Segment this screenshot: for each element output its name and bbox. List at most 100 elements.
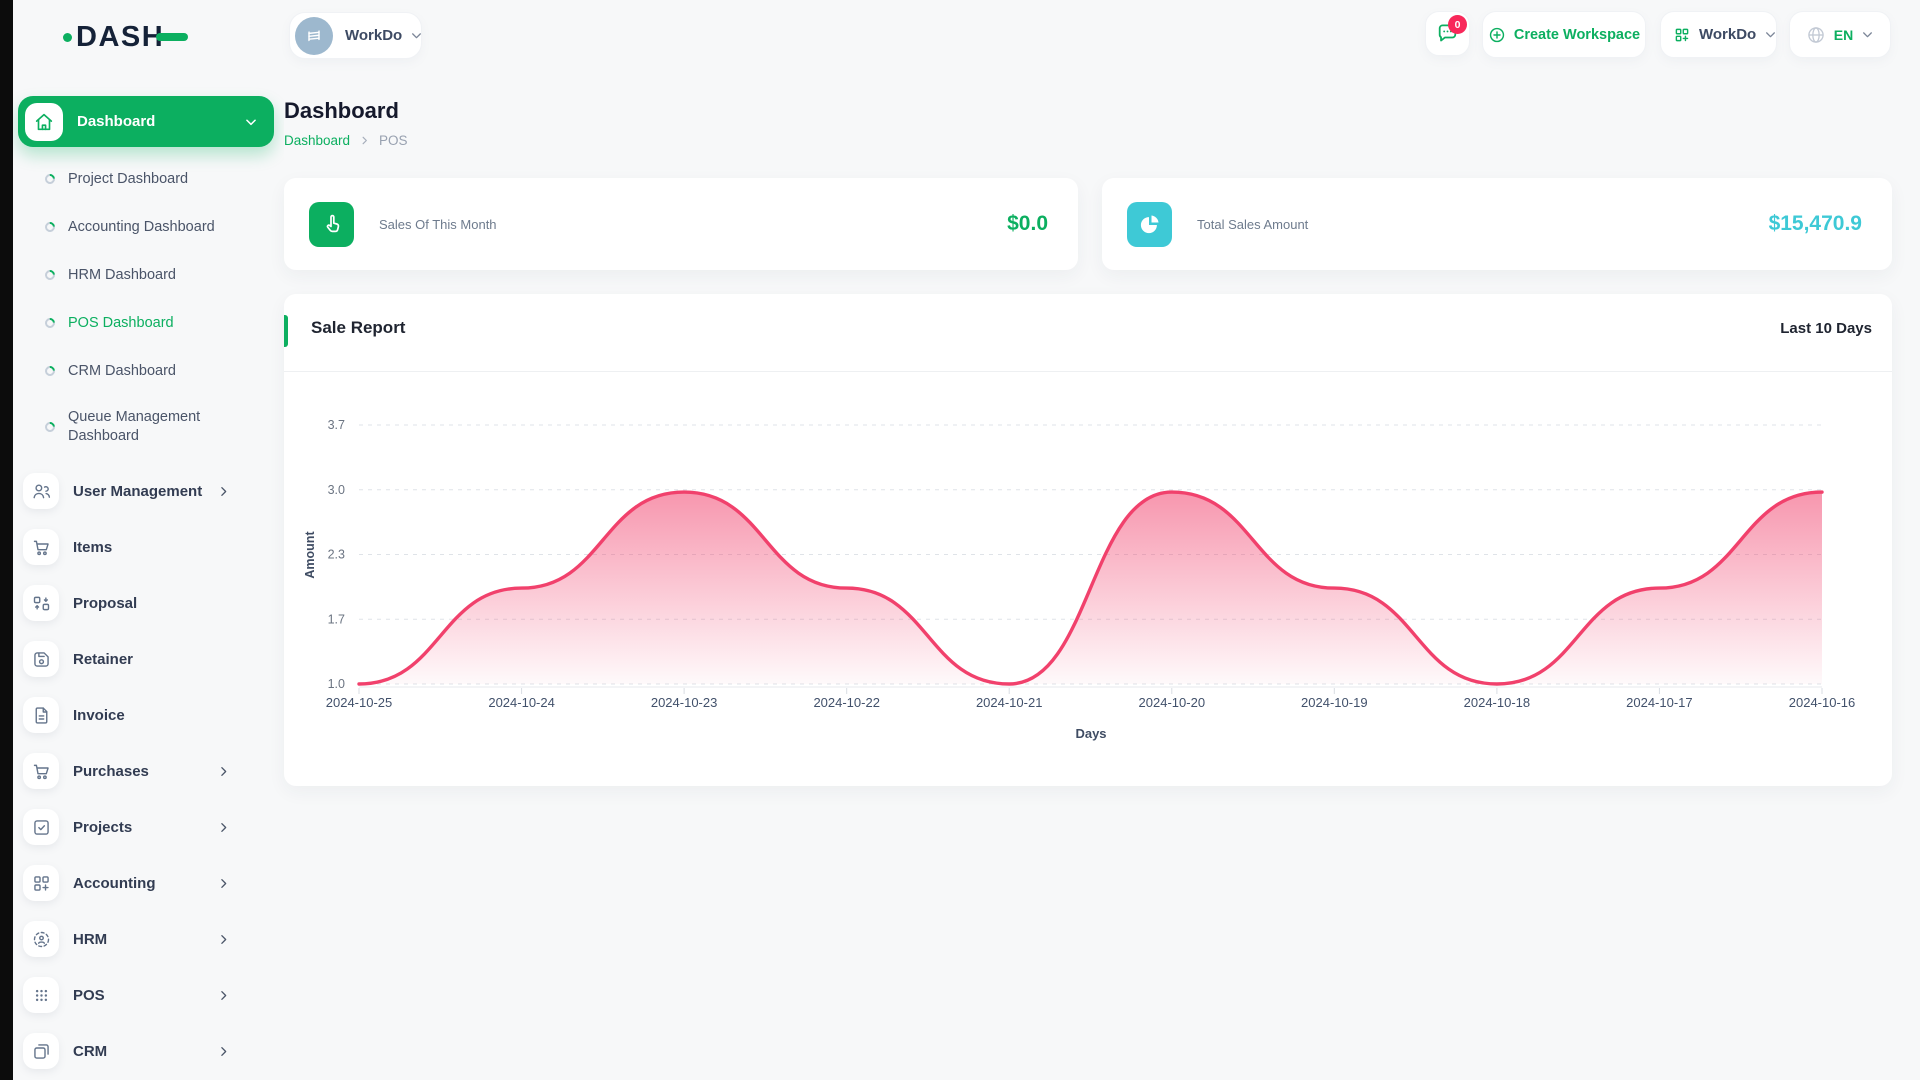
svg-text:2.3: 2.3 [328, 548, 345, 562]
bullet-icon [42, 419, 58, 435]
grid-plus-icon [1673, 26, 1691, 44]
stat-card-sales-this-month: Sales Of This Month $0.0 [284, 178, 1078, 270]
create-workspace-button[interactable]: Create Workspace [1482, 11, 1646, 58]
sidebar-item-purchases[interactable]: Purchases [13, 743, 284, 799]
svg-text:1.7: 1.7 [328, 612, 345, 626]
sidebar-item-projects[interactable]: Projects [13, 799, 284, 855]
document-icon [23, 697, 59, 733]
person-circle-icon [23, 921, 59, 957]
notifications-button[interactable]: 0 [1425, 11, 1470, 56]
app-logo[interactable]: DASH [63, 18, 284, 56]
dots-grid-icon [23, 977, 59, 1013]
sidebar-item-crm-dashboard[interactable]: CRM Dashboard [13, 347, 284, 395]
sidebar-item-retainer[interactable]: Retainer [13, 631, 284, 687]
svg-text:3.0: 3.0 [328, 483, 345, 497]
svg-text:2024-10-25: 2024-10-25 [326, 695, 393, 710]
sidebar-item-label: Dashboard [77, 113, 156, 130]
pie-chart-icon [1127, 201, 1172, 247]
stat-card-total-sales-amount: Total Sales Amount $15,470.9 [1102, 178, 1892, 270]
svg-text:2024-10-24: 2024-10-24 [488, 695, 554, 710]
card-accent-bar [284, 315, 288, 347]
plus-circle-icon [1488, 26, 1506, 44]
breadcrumb-dashboard-link[interactable]: Dashboard [284, 133, 350, 148]
stat-value: $15,470.9 [1768, 212, 1862, 235]
sidebar-item-proposal[interactable]: Proposal [13, 575, 284, 631]
users-icon [23, 473, 59, 509]
chevron-right-icon [359, 135, 370, 146]
x-axis-title: Days [1075, 726, 1106, 741]
svg-text:3.7: 3.7 [328, 418, 345, 432]
sidebar-menu: User Management Items Proposal Retainer … [13, 463, 284, 1079]
check-square-icon [23, 809, 59, 845]
pos-dashboard-page: { "header": { "logo_text": "DASH", "work… [0, 0, 1920, 1080]
sidebar-item-dashboard[interactable]: Dashboard [18, 96, 274, 147]
svg-text:2024-10-20: 2024-10-20 [1139, 695, 1206, 710]
notification-badge: 0 [1448, 15, 1467, 34]
sidebar-item-hrm-dashboard[interactable]: HRM Dashboard [13, 251, 284, 299]
sidebar-item-items[interactable]: Items [13, 519, 284, 575]
y-axis-title: Amount [303, 531, 317, 579]
chevron-down-icon [410, 29, 423, 42]
chevron-right-icon [217, 989, 230, 1002]
svg-text:2024-10-23: 2024-10-23 [651, 695, 718, 710]
globe-icon [1806, 25, 1826, 45]
svg-text:1.0: 1.0 [328, 677, 345, 691]
sidebar-item-pos-dashboard[interactable]: POS Dashboard [13, 299, 284, 347]
sidebar-item-accounting[interactable]: Accounting [13, 855, 284, 911]
cart-icon [23, 529, 59, 565]
grid-plus-icon [23, 865, 59, 901]
sale-report-card: Sale Report Last 10 Days 1.0 1.7 2.3 3.0 3.7… [284, 294, 1892, 786]
stat-label: Total Sales Amount [1197, 216, 1309, 232]
language-selector[interactable]: EN [1789, 11, 1891, 58]
svg-text:2024-10-16: 2024-10-16 [1789, 695, 1856, 710]
window-edge [0, 0, 13, 1080]
chevron-down-icon [244, 115, 258, 129]
breadcrumb-current: POS [379, 133, 408, 148]
sale-report-svg: 1.0 1.7 2.3 3.0 3.7 2024-10-25 2024-10-24 2024… [303, 418, 1856, 741]
chevron-right-icon [217, 877, 230, 890]
logo-text: DASH [76, 20, 165, 53]
workspace-menu-button[interactable]: WorkDo [1660, 11, 1777, 58]
chevron-down-icon [1861, 28, 1874, 41]
svg-text:2024-10-17: 2024-10-17 [1626, 695, 1693, 710]
svg-text:2024-10-18: 2024-10-18 [1464, 695, 1531, 710]
chevron-right-icon [217, 1045, 230, 1058]
main-content: Dashboard Dashboard POS Sales Of This Mo… [284, 70, 1920, 1080]
bullet-icon [42, 219, 58, 235]
sidebar: DASH Dashboard Project Dashboard Account… [13, 0, 284, 1080]
hand-tap-icon [309, 201, 354, 247]
breadcrumb: Dashboard POS [284, 133, 408, 148]
sidebar-item-invoice[interactable]: Invoice [13, 687, 284, 743]
sidebar-item-pos[interactable]: POS [13, 967, 284, 1023]
bullet-icon [42, 171, 58, 187]
overlap-squares-icon [23, 1033, 59, 1069]
sidebar-item-crm[interactable]: CRM [13, 1023, 284, 1079]
sidebar-item-accounting-dashboard[interactable]: Accounting Dashboard [13, 203, 284, 251]
workflow-icon [23, 585, 59, 621]
sidebar-item-user-management[interactable]: User Management [13, 463, 284, 519]
chevron-right-icon [217, 933, 230, 946]
bullet-icon [42, 315, 58, 331]
chart-range-label: Last 10 Days [1780, 320, 1872, 337]
svg-text:2024-10-19: 2024-10-19 [1301, 695, 1368, 710]
bullet-icon [42, 363, 58, 379]
cart-icon [23, 753, 59, 789]
sidebar-item-project-dashboard[interactable]: Project Dashboard [13, 155, 284, 203]
home-icon [25, 102, 63, 141]
svg-text:2024-10-21: 2024-10-21 [976, 695, 1042, 710]
top-bar: WorkDo 0 Create Workspace WorkDo EN [284, 0, 1920, 70]
sidebar-item-queue-management-dashboard[interactable]: Queue Management Dashboard [13, 395, 284, 459]
chevron-right-icon [217, 821, 230, 834]
building-avatar-icon [295, 16, 333, 55]
workspace-switcher[interactable]: WorkDo [289, 12, 422, 59]
logo-dash-icon [156, 33, 189, 41]
sidebar-item-hrm[interactable]: HRM [13, 911, 284, 967]
bullet-icon [42, 267, 58, 283]
logo-dot-icon [63, 32, 72, 42]
chevron-right-icon [217, 765, 230, 778]
page-title: Dashboard [284, 98, 399, 123]
chevron-down-icon [1764, 28, 1777, 41]
sale-report-chart: 1.0 1.7 2.3 3.0 3.7 2024-10-25 2024-10-24 2024… [284, 372, 1892, 782]
floppy-icon [23, 641, 59, 677]
dashboard-sub-list: Project Dashboard Accounting Dashboard H… [13, 155, 284, 459]
